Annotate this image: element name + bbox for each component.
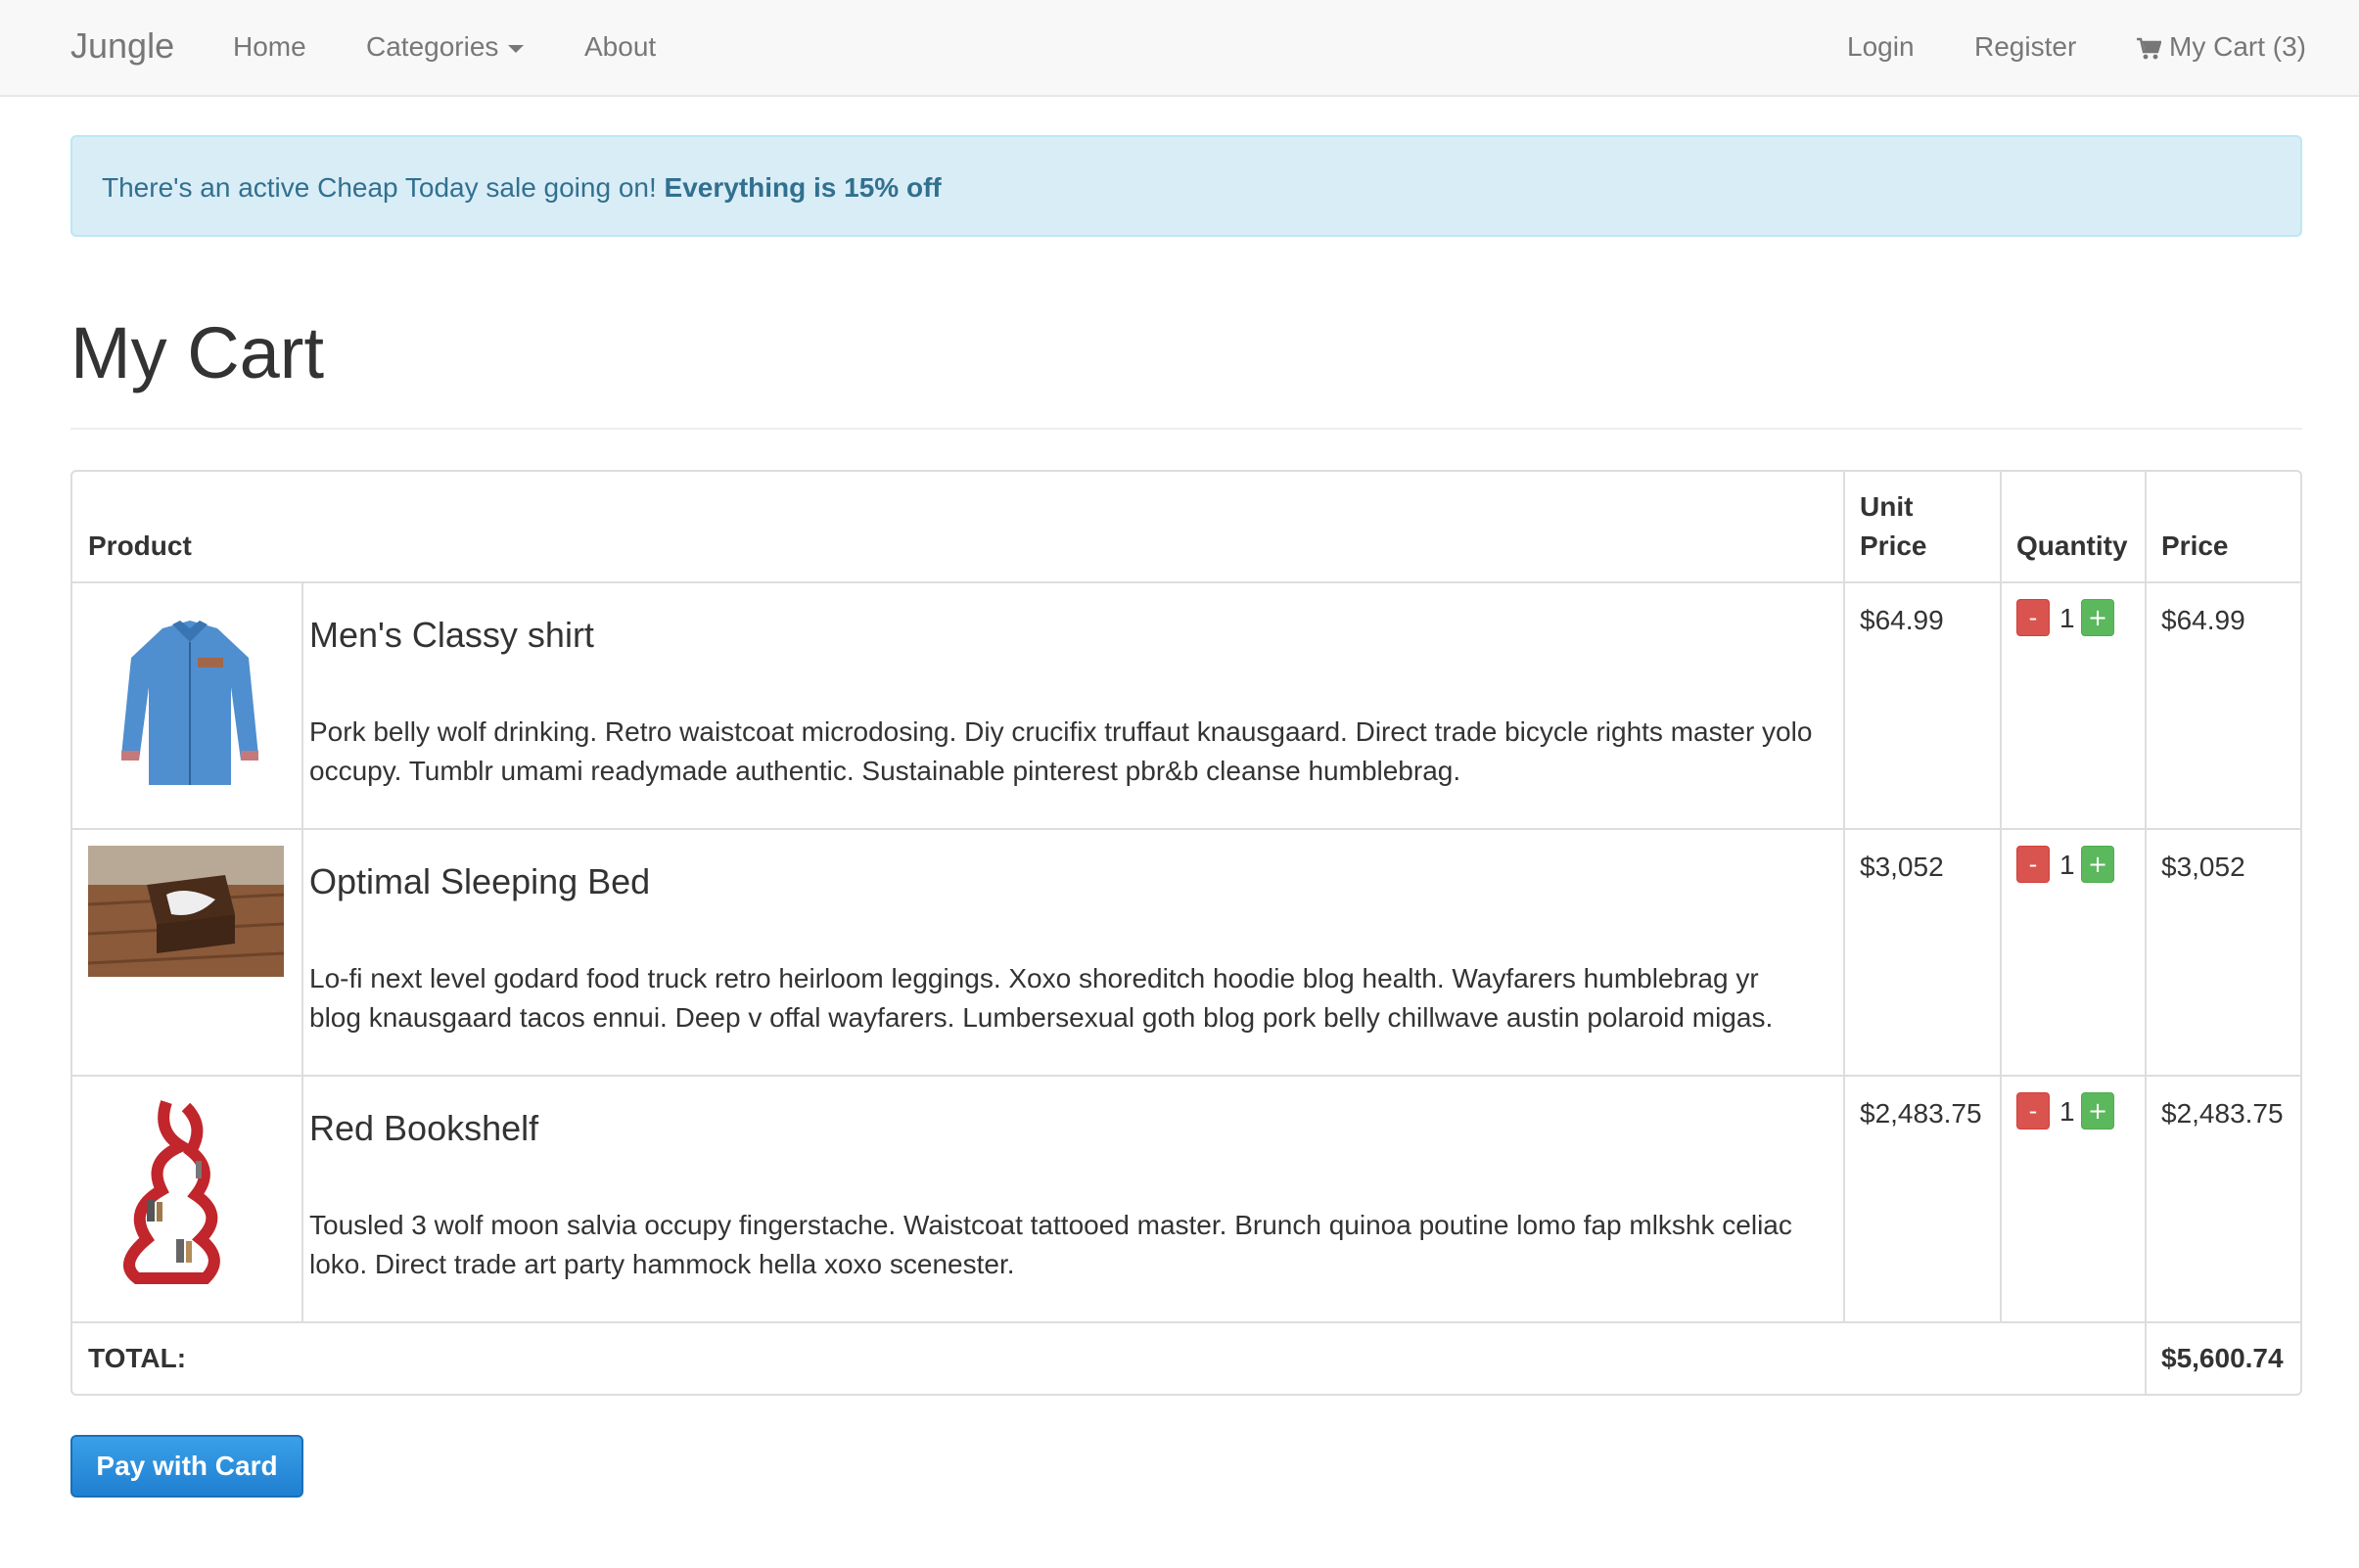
unit-price: $3,052 — [1860, 852, 1944, 882]
nav-cart-label: My Cart (3) — [2169, 31, 2306, 62]
decrease-quantity-button[interactable]: - — [2016, 846, 2050, 883]
product-image-bookshelf[interactable] — [88, 1092, 254, 1288]
header-divider — [70, 428, 2302, 430]
caret-down-icon — [508, 44, 525, 53]
row-divider — [72, 828, 2300, 830]
header-product: Product — [88, 530, 192, 561]
sale-alert: There's an active Cheap Today sale going… — [70, 135, 2302, 237]
product-name[interactable]: Optimal Sleeping Bed — [309, 861, 650, 902]
sale-alert-text: There's an active Cheap Today sale going… — [102, 172, 657, 203]
line-price: $3,052 — [2161, 852, 2245, 882]
product-name[interactable]: Men's Classy shirt — [309, 615, 594, 656]
header-unit-price: Unit Price — [1860, 487, 1927, 566]
navbar: Jungle Home Categories About Login Regis… — [0, 0, 2359, 97]
column-divider — [301, 581, 303, 1322]
product-description: Lo-fi next level godard food truck retro… — [309, 963, 1774, 1033]
unit-price: $64.99 — [1860, 605, 1944, 635]
total-value: $5,600.74 — [2161, 1343, 2284, 1373]
nav-cart-link[interactable]: My Cart (3) — [2136, 31, 2306, 63]
column-divider — [2145, 472, 2147, 1394]
bookshelf-image — [123, 1100, 220, 1284]
line-price: $64.99 — [2161, 605, 2245, 635]
nav-home-link[interactable]: Home — [233, 31, 306, 63]
header-unit-price-line1: Unit — [1860, 491, 1914, 522]
product-description: Pork belly wolf drinking. Retro waistcoa… — [309, 716, 1813, 786]
nav-categories-label: Categories — [366, 31, 499, 62]
row-divider — [72, 1075, 2300, 1077]
decrease-quantity-button[interactable]: - — [2016, 599, 2050, 636]
header-unit-price-line2: Price — [1860, 530, 1927, 561]
column-divider — [2000, 472, 2002, 1322]
decrease-quantity-button[interactable]: - — [2016, 1092, 2050, 1130]
brand-link[interactable]: Jungle — [70, 25, 174, 67]
shopping-cart-icon — [2137, 37, 2161, 60]
nav-categories-dropdown[interactable]: Categories — [366, 31, 525, 63]
increase-quantity-button[interactable]: + — [2081, 599, 2114, 636]
line-price: $2,483.75 — [2161, 1098, 2284, 1129]
product-description: Tousled 3 wolf moon salvia occupy finger… — [309, 1210, 1792, 1279]
quantity-value: 1 — [2059, 1096, 2075, 1127]
nav-about-link[interactable]: About — [584, 31, 656, 63]
quantity-value: 1 — [2059, 850, 2075, 880]
column-divider — [1843, 472, 1845, 1322]
increase-quantity-button[interactable]: + — [2081, 1092, 2114, 1130]
total-label: TOTAL: — [88, 1343, 187, 1373]
increase-quantity-button[interactable]: + — [2081, 846, 2114, 883]
pay-with-card-button[interactable]: Pay with Card — [70, 1435, 303, 1498]
product-image-shirt[interactable] — [112, 599, 268, 795]
header-quantity: Quantity — [2016, 530, 2128, 561]
bed-image — [88, 846, 284, 977]
row-divider — [72, 581, 2300, 583]
row-divider — [72, 1321, 2300, 1323]
unit-price: $2,483.75 — [1860, 1098, 1982, 1129]
nav-login-link[interactable]: Login — [1847, 31, 1915, 63]
sale-alert-emphasis: Everything is 15% off — [664, 172, 942, 203]
product-name[interactable]: Red Bookshelf — [309, 1108, 538, 1149]
shirt-image — [121, 621, 258, 785]
cart-table: Product Unit Price Quantity Price Men's … — [70, 470, 2302, 1396]
nav-register-link[interactable]: Register — [1974, 31, 2076, 63]
page-title: My Cart — [70, 312, 324, 393]
header-price: Price — [2161, 530, 2229, 561]
quantity-value: 1 — [2059, 603, 2075, 633]
product-image-bed[interactable] — [88, 846, 284, 977]
